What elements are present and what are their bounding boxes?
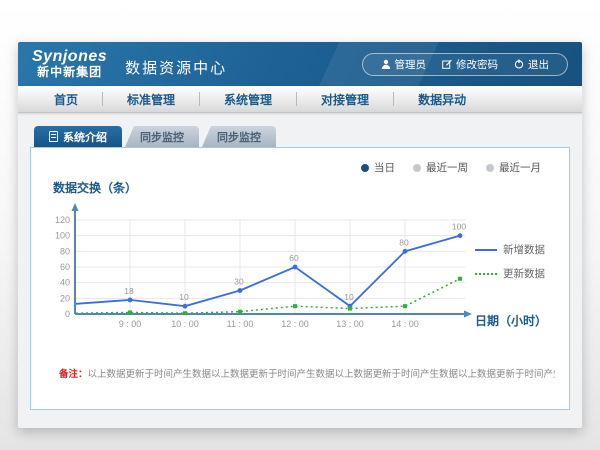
tab-label: 系统介绍 xyxy=(63,129,107,145)
tab-system-intro[interactable]: 系统介绍 xyxy=(34,126,122,147)
svg-text:100: 100 xyxy=(452,222,466,232)
note-text: 以上数据更新于时间产生数据以上数据更新于时间产生数据以上数据更新于时间产生数据以… xyxy=(88,369,555,380)
radio-last-month[interactable]: 最近一月 xyxy=(486,160,541,175)
svg-text:9 : 00: 9 : 00 xyxy=(119,319,142,329)
nav-item-home[interactable]: 首页 xyxy=(30,86,102,112)
chart-x-axis-title: 日期（小时） xyxy=(475,312,553,329)
time-range-filter: 当日 最近一周 最近一月 xyxy=(45,156,555,175)
user-name-label: 管理员 xyxy=(395,57,427,72)
radio-dot-icon xyxy=(413,164,421,172)
svg-text:100: 100 xyxy=(55,231,70,241)
svg-text:0: 0 xyxy=(65,309,70,319)
svg-text:60: 60 xyxy=(60,262,70,272)
tab-label: 同步监控 xyxy=(217,129,261,145)
note-prefix: 备注： xyxy=(59,369,88,380)
chart-panel: 当日 最近一周 最近一月 数据交换（条） 0 20 40 60 80 100 120 9 : … xyxy=(30,147,570,410)
svg-text:80: 80 xyxy=(60,246,70,256)
chart-side-column: 新增数据 更新数据 日期（小时） xyxy=(475,198,553,340)
svg-text:13 : 00: 13 : 00 xyxy=(336,319,364,329)
radio-label: 当日 xyxy=(374,160,395,175)
content-area: 系统介绍 同步监控 同步监控 当日 最近一周 xyxy=(18,113,582,410)
svg-text:14 : 00: 14 : 00 xyxy=(391,319,419,329)
legend-label: 新增数据 xyxy=(503,242,545,257)
chart-block: 0 20 40 60 80 100 120 9 : 00 10 : 00 11 : 00 12 : … xyxy=(45,198,555,340)
svg-text:10 : 00: 10 : 00 xyxy=(171,319,199,329)
nav-item-system-mgmt[interactable]: 系统管理 xyxy=(200,86,296,112)
line-chart: 0 20 40 60 80 100 120 9 : 00 10 : 00 11 : 00 12 : … xyxy=(45,198,475,340)
radio-last-week[interactable]: 最近一周 xyxy=(413,160,468,175)
radio-label: 最近一月 xyxy=(499,160,541,175)
nav-item-interface-mgmt[interactable]: 对接管理 xyxy=(297,86,393,112)
svg-text:12 : 00: 12 : 00 xyxy=(281,319,309,329)
brand-logo-cn: 新中新集团 xyxy=(32,66,107,79)
tab-label: 同步监控 xyxy=(140,129,184,145)
edit-icon xyxy=(442,59,452,69)
desktop-background: Synjones 新中新集团 数据资源中心 管理员 修改 xyxy=(0,0,600,450)
legend-item-new-data: 新增数据 xyxy=(475,242,553,257)
svg-text:60: 60 xyxy=(289,253,299,263)
svg-text:80: 80 xyxy=(399,237,409,247)
chart-y-axis-title: 数据交换（条） xyxy=(53,179,555,196)
user-menu[interactable]: 管理员 xyxy=(373,57,435,72)
footer-note: 备注：以上数据更新于时间产生数据以上数据更新于时间产生数据以上数据更新于时间产生… xyxy=(45,366,555,380)
power-icon xyxy=(514,59,524,69)
change-password-label: 修改密码 xyxy=(456,57,498,72)
legend-label: 更新数据 xyxy=(503,266,545,281)
legend-item-updated-data: 更新数据 xyxy=(475,266,553,281)
radio-label: 最近一周 xyxy=(426,160,468,175)
nav-item-standard-mgmt[interactable]: 标准管理 xyxy=(103,86,199,112)
logout-button[interactable]: 退出 xyxy=(506,57,557,72)
nav-item-data-change[interactable]: 数据异动 xyxy=(394,86,490,112)
radio-today[interactable]: 当日 xyxy=(361,160,395,175)
svg-text:120: 120 xyxy=(55,215,70,225)
page-title: 数据资源中心 xyxy=(125,57,227,78)
radio-dot-icon xyxy=(361,164,369,172)
main-nav: 首页 标准管理 系统管理 对接管理 数据异动 xyxy=(18,86,582,113)
svg-text:10: 10 xyxy=(179,292,189,302)
legend-line-dotted xyxy=(475,273,497,275)
app-header: Synjones 新中新集团 数据资源中心 管理员 修改 xyxy=(18,42,582,86)
radio-dot-icon xyxy=(486,164,494,172)
brand-logo-en: Synjones xyxy=(32,49,107,66)
svg-text:18: 18 xyxy=(124,286,134,296)
tab-bar: 系统介绍 同步监控 同步监控 xyxy=(30,126,570,147)
brand-logo: Synjones 新中新集团 xyxy=(32,49,107,78)
svg-text:20: 20 xyxy=(60,293,70,303)
change-password-button[interactable]: 修改密码 xyxy=(434,57,506,72)
tab-sync-monitor-2[interactable]: 同步监控 xyxy=(202,126,276,147)
logout-label: 退出 xyxy=(528,57,549,72)
document-icon xyxy=(49,131,58,142)
tab-sync-monitor-1[interactable]: 同步监控 xyxy=(125,126,199,147)
svg-text:30: 30 xyxy=(234,277,244,287)
user-bar: 管理员 修改密码 退出 xyxy=(362,53,569,76)
user-icon xyxy=(381,59,391,69)
legend-line-solid xyxy=(475,249,497,251)
svg-text:10: 10 xyxy=(344,292,354,302)
app-window: Synjones 新中新集团 数据资源中心 管理员 修改 xyxy=(18,42,582,428)
svg-text:11 : 00: 11 : 00 xyxy=(227,319,254,329)
svg-text:40: 40 xyxy=(60,278,70,288)
